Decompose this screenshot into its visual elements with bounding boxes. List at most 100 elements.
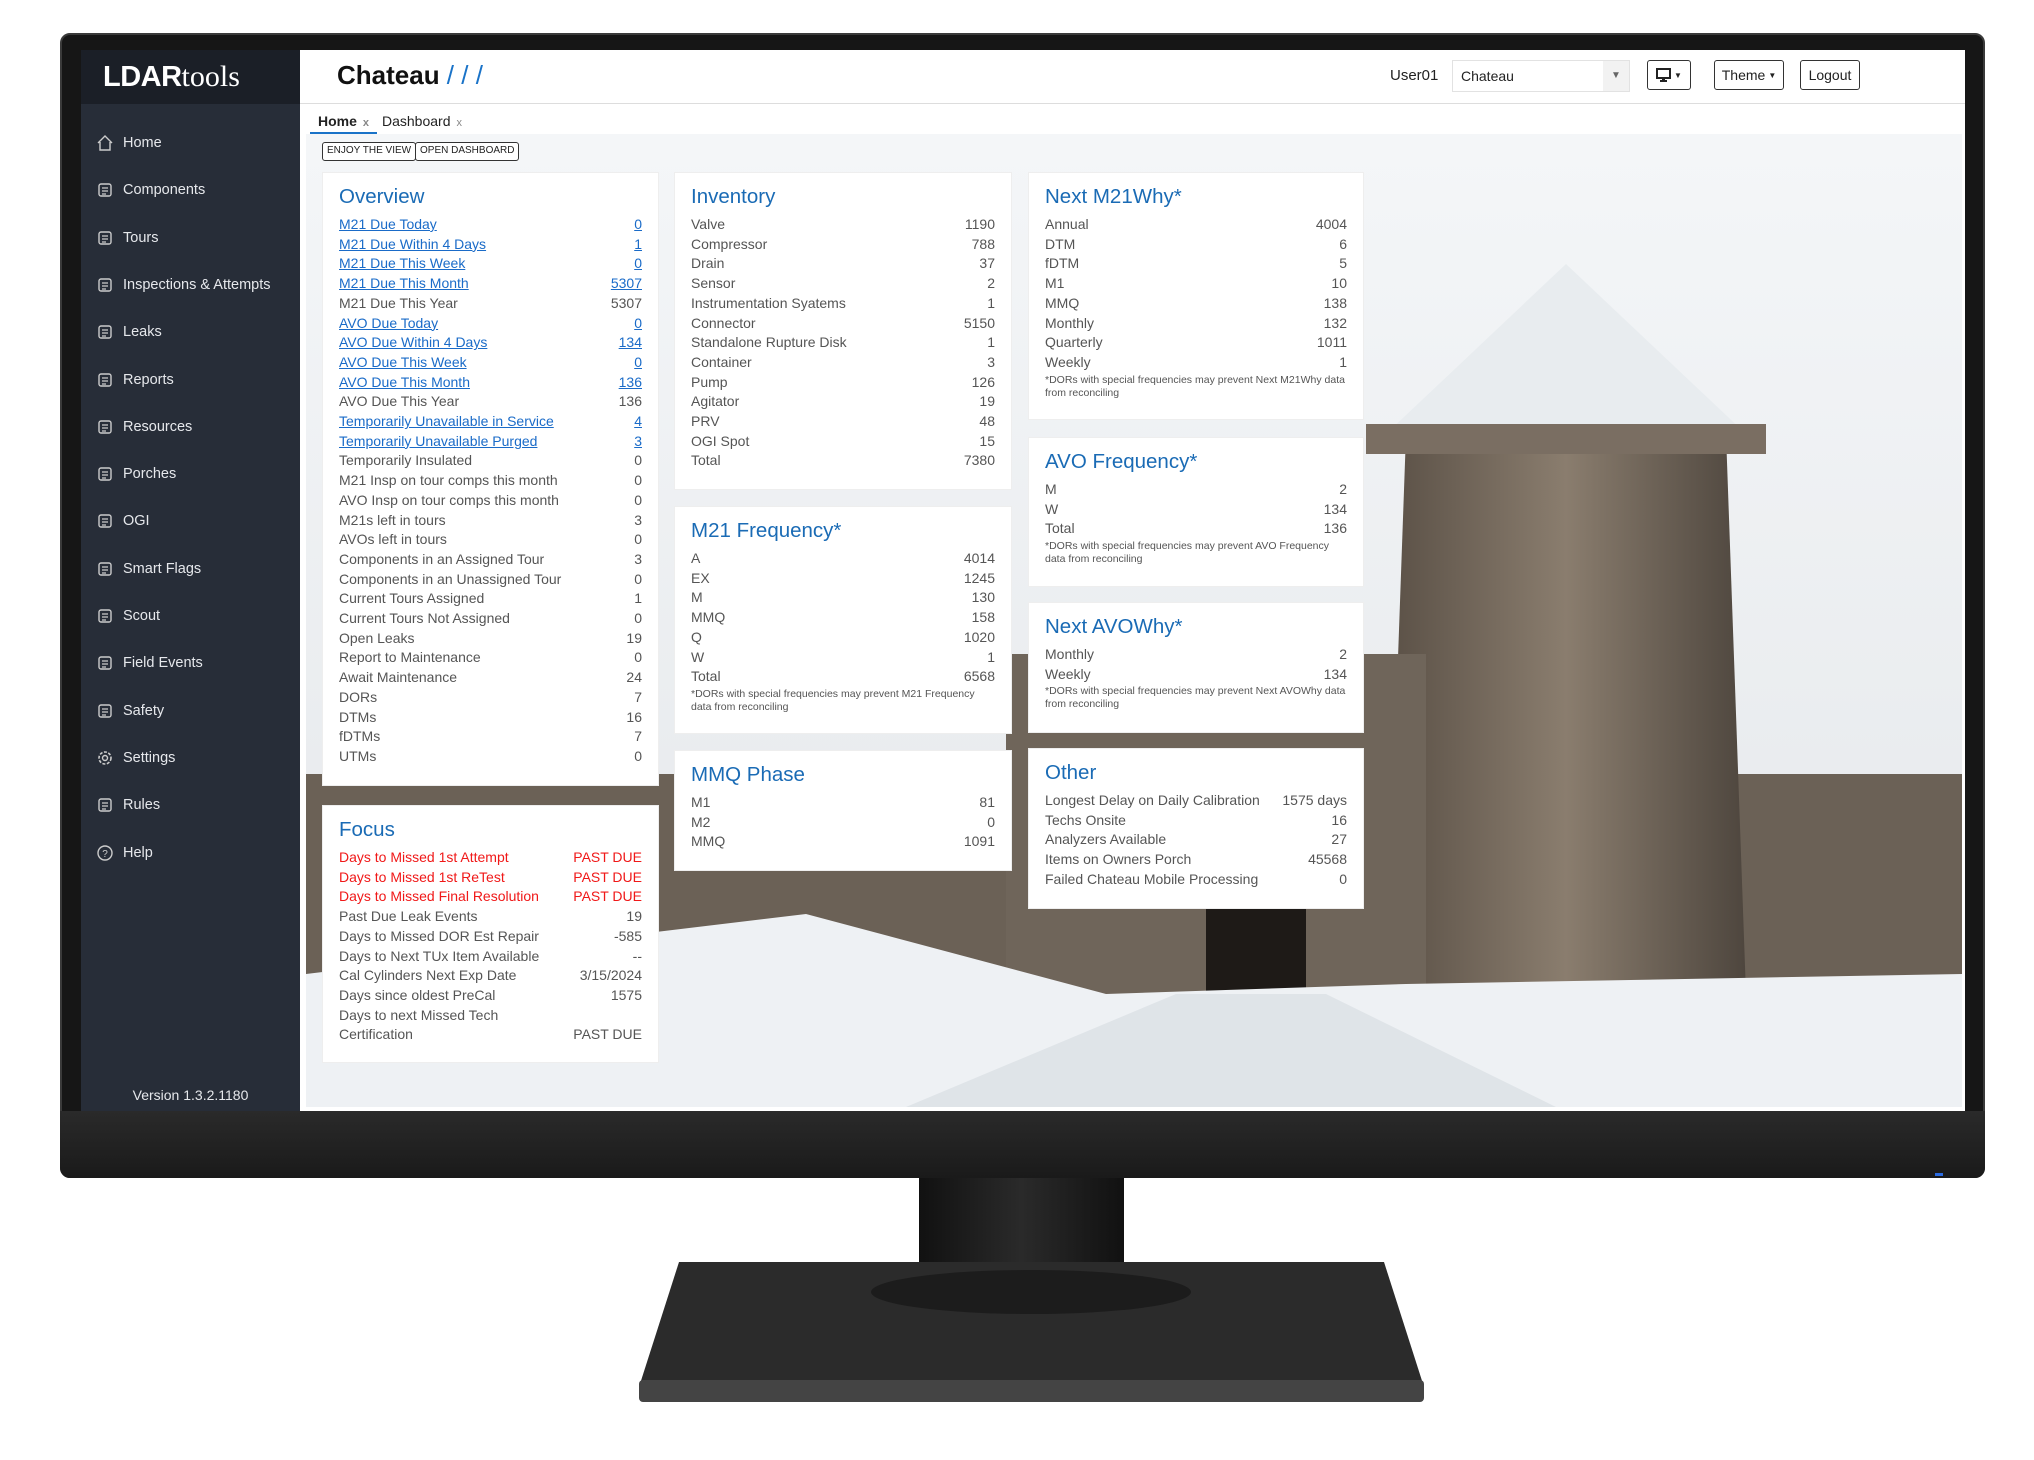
sidebar-item-scout[interactable]: Scout: [81, 599, 300, 633]
stat-label: Monthly: [1045, 646, 1095, 662]
stat-value: 5307: [610, 294, 642, 311]
sidebar-item-inspections-attempts[interactable]: Inspections & Attempts: [81, 268, 300, 302]
stat-label: Open Leaks: [339, 629, 415, 646]
stat-value-link[interactable]: 134: [619, 333, 642, 353]
card-title: Other: [1045, 761, 1097, 784]
stat-link[interactable]: AVO Due This Month: [339, 373, 470, 393]
stat-label: fDTM: [1045, 255, 1080, 272]
resources-icon: [98, 420, 112, 434]
sidebar-item-resources[interactable]: Resources: [81, 410, 300, 444]
stat-link[interactable]: M21 Due Today: [339, 215, 437, 235]
stat-row: Weekly 134: [1045, 665, 1347, 685]
home-icon: [97, 135, 113, 151]
sidebar-item-leaks[interactable]: Leaks: [81, 315, 300, 349]
tab-home[interactable]: Home x: [310, 108, 378, 134]
close-icon[interactable]: x: [457, 117, 463, 129]
sidebar-item-smart-flags[interactable]: Smart Flags: [81, 552, 300, 586]
stat-value: 126: [971, 373, 995, 390]
stat-row: Pump 126: [691, 373, 995, 393]
sidebar-item-ogi[interactable]: OGI: [81, 504, 300, 538]
stat-label: W: [691, 648, 705, 665]
display-menu-button[interactable]: ▼: [1647, 60, 1691, 90]
stat-value: -585: [613, 927, 642, 944]
stat-row: Compressor 788: [691, 235, 995, 255]
stat-row: Components in an Unassigned Tour 0: [339, 570, 642, 590]
card-title: Next M21Why*: [1045, 185, 1182, 208]
stat-link[interactable]: M21 Due This Week: [339, 254, 465, 274]
stat-label: Total: [691, 452, 721, 469]
stat-link[interactable]: AVO Due This Week: [339, 353, 467, 373]
sidebar-item-field-events[interactable]: Field Events: [81, 646, 300, 680]
stat-value-link[interactable]: 3: [634, 432, 642, 452]
theme-button[interactable]: Theme ▼: [1714, 60, 1784, 90]
stat-value: 1011: [1316, 334, 1347, 351]
stat-row: Failed Chateau Mobile Processing 0: [1045, 870, 1347, 890]
stat-row: Days to Next TUx Item Available --: [339, 947, 642, 967]
stat-value-link[interactable]: 0: [634, 314, 642, 334]
stat-row: Days to Missed 1st ReTest PAST DUE: [339, 868, 642, 888]
stat-link[interactable]: M21 Due This Month: [339, 274, 469, 294]
card-title: MMQ Phase: [691, 763, 805, 786]
rules-icon: [98, 798, 112, 812]
sidebar-item-label: Field Events: [123, 655, 203, 672]
stat-row: M21 Due This Week 0: [339, 254, 642, 274]
stat-link[interactable]: Temporarily Unavailable Purged: [339, 432, 537, 452]
sidebar-item-safety[interactable]: Safety: [81, 694, 300, 728]
stat-value-link[interactable]: 4: [634, 412, 642, 432]
stat-row: M21 Due This Month 5307: [339, 274, 642, 294]
stat-row: UTMs 0: [339, 747, 642, 767]
sidebar-item-components[interactable]: Components: [81, 173, 300, 207]
sidebar-item-label: Components: [123, 182, 206, 199]
sidebar-item-home[interactable]: Home: [81, 126, 300, 160]
avofreq-card: AVO Frequency* M 2 W 134 Total 136 *DORs with s…: [1028, 437, 1364, 587]
stat-row: DTM 6: [1045, 235, 1347, 255]
stat-label: Cal Cylinders Next Exp Date: [339, 967, 517, 984]
stat-value: 10: [1331, 275, 1347, 292]
logout-button[interactable]: Logout: [1800, 60, 1860, 90]
stat-row: MMQ 1091: [691, 832, 995, 852]
stat-label: DORs: [339, 688, 378, 705]
open-dashboard-button[interactable]: OPEN DASHBOARD: [415, 142, 520, 161]
stat-label: Report to Maintenance: [339, 649, 481, 666]
sidebar-item-reports[interactable]: Reports: [81, 363, 300, 397]
stat-link[interactable]: Temporarily Unavailable in Service: [339, 412, 554, 432]
stat-label: Failed Chateau Mobile Processing: [1045, 870, 1259, 887]
sidebar-item-help[interactable]: ? Help: [81, 836, 300, 870]
enjoy-the-view-button[interactable]: ENJOY THE VIEW: [322, 142, 417, 161]
close-icon[interactable]: x: [363, 117, 369, 129]
stat-label: AVOs left in tours: [339, 531, 447, 548]
stat-value: 136: [618, 393, 642, 410]
stat-link[interactable]: AVO Due Within 4 Days: [339, 333, 487, 353]
stat-label: Past Due Leak Events: [339, 908, 478, 925]
stat-value-link[interactable]: 0: [634, 353, 642, 373]
stat-value: 0: [634, 491, 642, 508]
stat-row: Monthly 132: [1045, 314, 1347, 334]
stat-link[interactable]: AVO Due Today: [339, 314, 438, 334]
card-title: Inventory: [691, 185, 776, 208]
stat-label: Instrumentation Syatems: [691, 294, 846, 311]
stat-value: 6: [1339, 235, 1347, 252]
site-select[interactable]: Chateau ▼: [1452, 60, 1630, 92]
stat-label: Current Tours Not Assigned: [339, 610, 510, 627]
ldar-tools-logo[interactable]: LDARtools: [81, 50, 300, 104]
sidebar-item-settings[interactable]: Settings: [81, 741, 300, 775]
stat-value-link[interactable]: 0: [634, 254, 642, 274]
stat-value-link[interactable]: 0: [634, 215, 642, 235]
tab-dashboard[interactable]: Dashboard x: [374, 108, 470, 134]
sidebar-item-porches[interactable]: Porches: [81, 457, 300, 491]
field-events-icon: [98, 656, 112, 670]
avowhy-card: Next AVOWhy* Monthly 2 Weekly 134 *DORs with …: [1028, 602, 1364, 733]
stat-label: M21s left in tours: [339, 511, 446, 528]
stat-value-link[interactable]: 136: [619, 373, 642, 393]
sidebar-item-label: Safety: [123, 702, 165, 719]
stat-row: AVO Due Within 4 Days 134: [339, 333, 642, 353]
stat-link[interactable]: M21 Due Within 4 Days: [339, 235, 486, 255]
stat-value-link[interactable]: 1: [634, 235, 642, 255]
stat-row: Temporarily Unavailable in Service 4: [339, 412, 642, 432]
sidebar-item-rules[interactable]: Rules: [81, 788, 300, 822]
overview-card: Overview M21 Due Today 0 M21 Due Within 4 D…: [322, 172, 659, 786]
stat-label: MMQ: [691, 833, 726, 850]
focus-card: Focus Days to Missed 1st Attempt PAST DUE D…: [322, 805, 659, 1063]
sidebar-item-tours[interactable]: Tours: [81, 221, 300, 255]
stat-value-link[interactable]: 5307: [611, 274, 642, 294]
